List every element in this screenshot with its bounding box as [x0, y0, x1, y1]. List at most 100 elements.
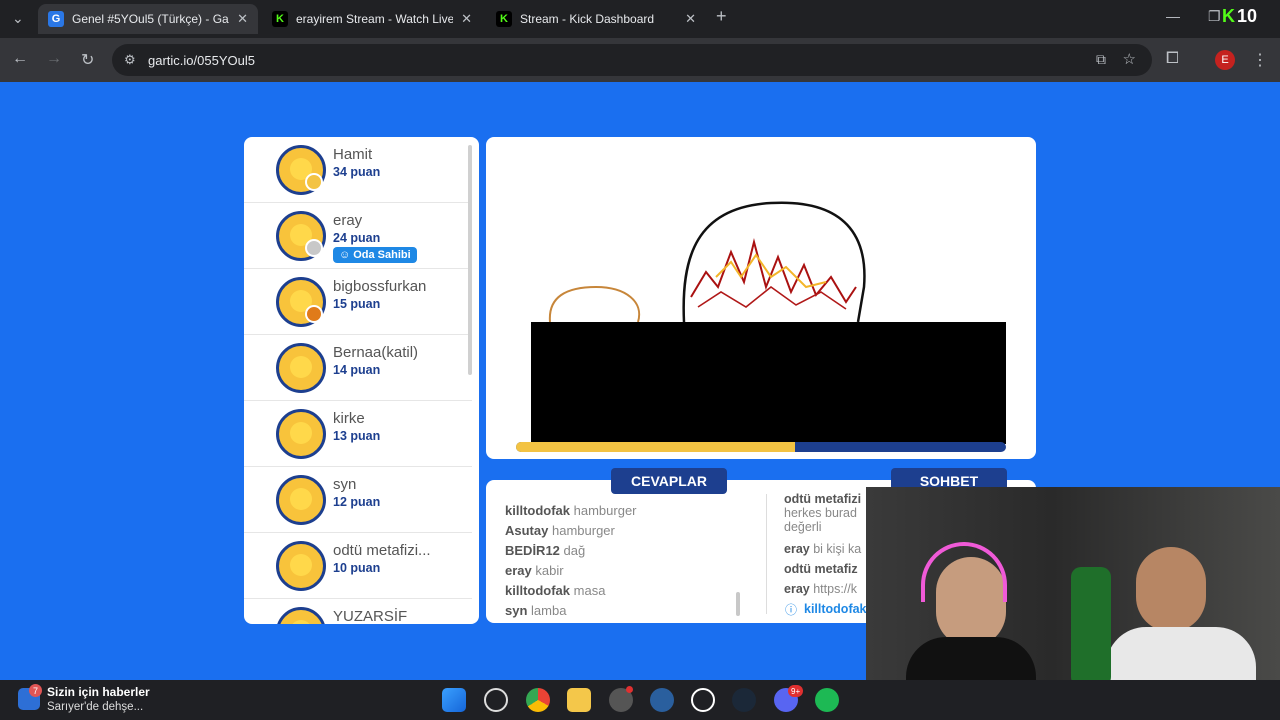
- kick-favicon-icon: K: [496, 11, 512, 27]
- forward-icon[interactable]: →: [46, 50, 62, 68]
- search-icon[interactable]: [484, 688, 508, 712]
- answer-item: Asutay hamburger: [505, 523, 615, 538]
- player-row[interactable]: odtü metafizi... 10 puan: [244, 533, 472, 599]
- answer-item: killtodofak masa: [505, 583, 605, 598]
- censor-overlay: [531, 322, 1006, 444]
- tab-title: Stream - Kick Dashboard: [520, 12, 655, 26]
- player-points: 13 puan: [333, 429, 381, 443]
- back-icon[interactable]: ←: [12, 50, 28, 68]
- player-row[interactable]: kirke 13 puan: [244, 401, 472, 467]
- player-points: 12 puan: [333, 495, 381, 509]
- avatar-face-icon: [290, 554, 312, 576]
- badge-label: Oda Sahibi: [353, 249, 411, 261]
- tab-answers[interactable]: CEVAPLAR: [611, 468, 727, 494]
- gaming-chair: [1071, 567, 1111, 687]
- avatar-face-icon: [290, 620, 312, 624]
- kick-logo-icon: K: [1222, 5, 1235, 26]
- extensions-icon[interactable]: ⧠: [1166, 50, 1179, 68]
- tab-title: Genel #5YOul5 (Türkçe) - Gartic: [72, 12, 230, 26]
- app-icon[interactable]: [650, 688, 674, 712]
- steam-icon[interactable]: [732, 688, 756, 712]
- answer-user: syn: [505, 603, 528, 618]
- chat-user: eray: [784, 582, 810, 596]
- answer-item: eray kabir: [505, 563, 564, 578]
- chatgpt-icon[interactable]: [691, 688, 715, 712]
- player-points: 34 puan: [333, 165, 381, 179]
- overlay-number: 10: [1237, 5, 1258, 26]
- news-count-badge: 7: [29, 684, 42, 697]
- drawing-canvas[interactable]: [486, 137, 1036, 459]
- player-row[interactable]: YUZARSİF: [244, 599, 472, 624]
- player-row[interactable]: syn 12 puan: [244, 467, 472, 533]
- round-timer-fill: [516, 442, 796, 452]
- address-bar[interactable]: ⚙ gartic.io/055YOul5 ⧉ ☆: [112, 44, 1152, 76]
- answer-text: dağ: [563, 543, 586, 558]
- close-tab-icon[interactable]: ✕: [237, 11, 248, 27]
- url-text: gartic.io/055YOul5: [148, 52, 255, 68]
- chat-message: eray bi kişi ka: [784, 542, 861, 556]
- chat-text: bi kişi ka: [813, 542, 862, 556]
- avatar-face-icon: [290, 488, 312, 510]
- drawn-bun-stroke: [548, 285, 641, 323]
- answer-user: Asutay: [505, 523, 549, 538]
- player-points: 10 puan: [333, 561, 381, 575]
- tab-kick-stream[interactable]: K erayirem Stream - Watch Live o ✕: [262, 4, 482, 34]
- tab-search-icon[interactable]: ⌄: [12, 10, 24, 27]
- drawn-dome-stroke: [682, 201, 866, 323]
- drawn-flame-stroke: [690, 238, 857, 304]
- player-name: syn: [333, 476, 357, 493]
- answers-scrollbar[interactable]: [736, 592, 740, 616]
- windows-start-icon[interactable]: [442, 688, 466, 712]
- player-avatar: [276, 343, 326, 393]
- chat-text: değerli: [784, 520, 822, 534]
- streamer-right-face: [1136, 547, 1206, 632]
- answer-user: killtodofak: [505, 583, 571, 598]
- spotify-icon[interactable]: [815, 688, 839, 712]
- close-tab-icon[interactable]: ✕: [685, 11, 696, 27]
- kick-overlay-logo: K 10: [1222, 4, 1268, 28]
- tab-gartic[interactable]: G Genel #5YOul5 (Türkçe) - Gartic ✕: [38, 4, 258, 34]
- answer-text: kabir: [535, 563, 564, 578]
- menu-icon[interactable]: ⋮: [1252, 50, 1268, 70]
- answer-text: hamburger: [573, 503, 637, 518]
- file-explorer-icon[interactable]: [567, 688, 591, 712]
- player-row[interactable]: bigbossfurkan 15 puan: [244, 269, 472, 335]
- player-row[interactable]: Bernaa(katil) 14 puan: [244, 335, 472, 401]
- room-owner-badge: ☺ Oda Sahibi: [333, 247, 417, 263]
- round-timer-bar: [516, 442, 1006, 452]
- answer-item: BEDİR12 dağ: [505, 543, 585, 558]
- profile-avatar[interactable]: E: [1215, 50, 1235, 70]
- bookmark-star-icon[interactable]: ☆: [1123, 50, 1136, 68]
- install-app-icon[interactable]: ⧉: [1096, 51, 1106, 68]
- player-name: Hamit: [333, 146, 373, 163]
- player-row[interactable]: eray 24 puan ☺ Oda Sahibi: [244, 203, 472, 269]
- player-points: 15 puan: [333, 297, 381, 311]
- player-avatar: [276, 541, 326, 591]
- reload-icon[interactable]: ↻: [81, 50, 94, 70]
- chat-message: odtü metafiz: [784, 562, 858, 576]
- player-name: YUZARSİF: [333, 608, 408, 624]
- site-info-icon[interactable]: ⚙: [124, 52, 136, 68]
- player-avatar: [276, 475, 326, 525]
- chat-text: herkes burad: [784, 506, 857, 520]
- close-tab-icon[interactable]: ✕: [461, 11, 472, 27]
- player-rank-dot: [305, 173, 323, 191]
- new-tab-button[interactable]: +: [716, 6, 727, 27]
- kick-favicon-icon: K: [272, 11, 288, 27]
- answer-item: syn lamba: [505, 603, 566, 618]
- answer-user: BEDİR12: [505, 543, 560, 558]
- player-row[interactable]: Hamit 34 puan: [244, 137, 472, 203]
- player-list-scrollbar[interactable]: [468, 145, 472, 375]
- minimize-button[interactable]: —: [1166, 8, 1180, 24]
- news-title[interactable]: Sizin için haberler: [47, 685, 150, 699]
- news-subtitle[interactable]: Sarıyer'de dehşe...: [47, 701, 143, 713]
- tab-kick-dashboard[interactable]: K Stream - Kick Dashboard ✕: [486, 4, 706, 34]
- chrome-icon[interactable]: [526, 688, 550, 712]
- discord-badge: 9+: [788, 685, 804, 697]
- player-name: odtü metafizi...: [333, 542, 431, 559]
- chat-message: herkes burad: [784, 506, 857, 520]
- player-points: 24 puan: [333, 231, 381, 245]
- restore-button[interactable]: ❐: [1208, 8, 1221, 25]
- player-name: bigbossfurkan: [333, 278, 427, 295]
- answer-text: lamba: [531, 603, 567, 618]
